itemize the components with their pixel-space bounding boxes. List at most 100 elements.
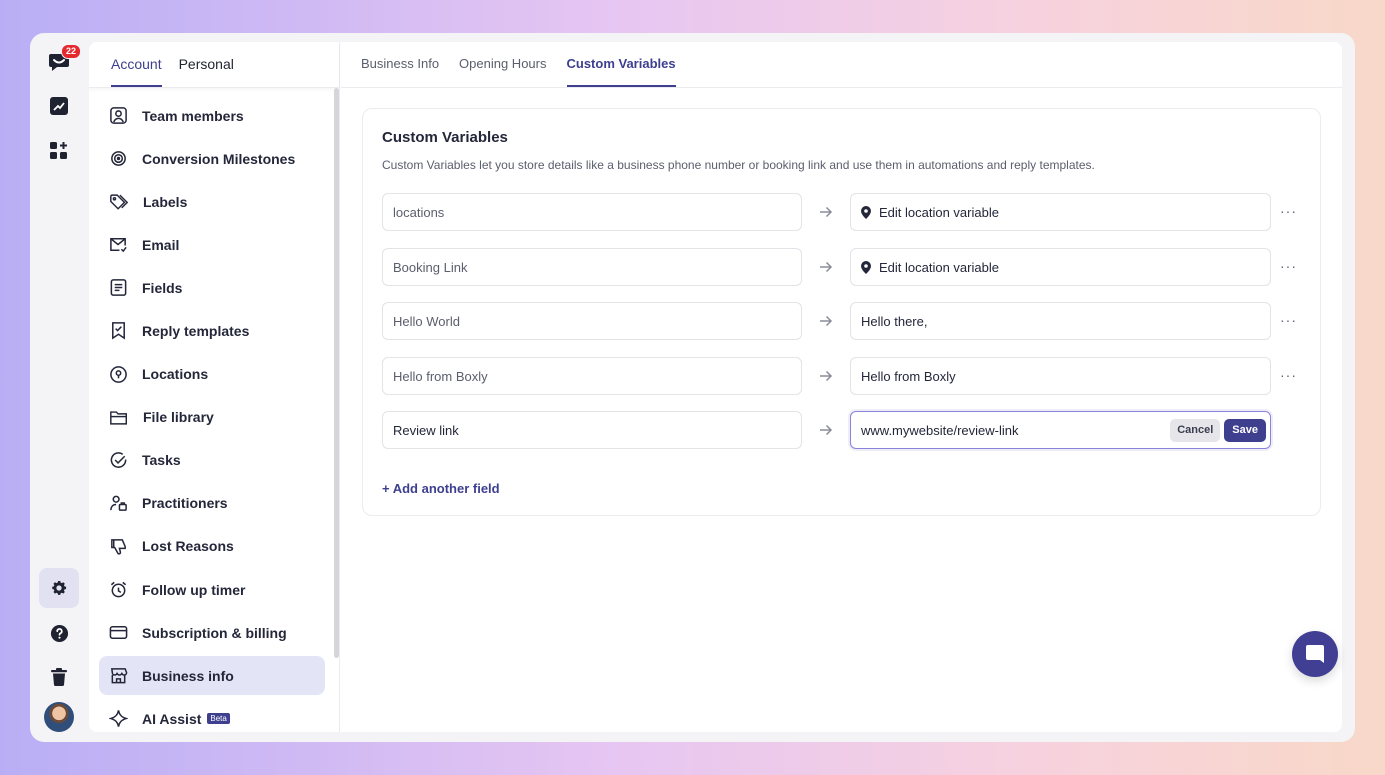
email-icon — [110, 238, 127, 253]
beta-badge: Beta — [207, 713, 230, 725]
team-members-icon — [110, 107, 127, 124]
sidebar-item-lost-reasons[interactable]: Lost Reasons — [99, 527, 325, 566]
sidebar-item-fields[interactable]: Fields — [99, 268, 325, 307]
edit-actions: Cancel Save — [1170, 419, 1266, 442]
help-button[interactable] — [39, 613, 79, 653]
sidebar-item-label: Follow up timer — [142, 581, 246, 598]
store-icon — [110, 668, 128, 684]
tab-personal[interactable]: Personal — [179, 56, 234, 87]
variable-value-text: Hello from Boxly — [861, 368, 956, 384]
chat-support-button[interactable] — [1292, 631, 1338, 677]
map-pin-icon — [861, 205, 871, 219]
sidebar-item-label: Tasks — [142, 452, 181, 469]
variable-value-text: Edit location variable — [879, 204, 999, 220]
sidebar-item-label: Reply templates — [142, 322, 250, 339]
inbox-button[interactable]: 22 — [39, 41, 82, 81]
chat-bubble-icon — [1306, 645, 1324, 663]
location-pin-icon — [110, 365, 127, 383]
trash-button[interactable] — [39, 657, 79, 697]
tab-opening-hours[interactable]: Opening Hours — [459, 56, 546, 87]
more-options-icon[interactable]: ··· — [1280, 203, 1297, 219]
more-options-icon[interactable]: ··· — [1280, 258, 1297, 274]
sidebar-item-reply-templates[interactable]: Reply templates — [99, 311, 325, 350]
more-options-icon[interactable]: ··· — [1280, 312, 1297, 328]
arrow-right-icon — [820, 315, 833, 327]
app-window: 22 Account Personal Team members Convers… — [30, 33, 1355, 742]
sidebar-item-practitioners[interactable]: Practitioners — [99, 484, 325, 523]
sidebar-item-follow-up-timer[interactable]: Follow up timer — [99, 570, 325, 609]
tab-custom-variables[interactable]: Custom Variables — [566, 56, 676, 87]
arrow-right-icon — [820, 261, 833, 273]
more-options-icon[interactable]: ··· — [1280, 367, 1297, 383]
apps-button[interactable] — [39, 131, 79, 171]
fields-icon — [110, 279, 127, 297]
sidebar-item-label: Conversion Milestones — [142, 150, 296, 167]
variable-value-input-active[interactable]: www.mywebsite/review-link Cancel Save — [850, 411, 1271, 449]
sidebar-item-labels[interactable]: Labels — [99, 182, 325, 221]
variable-key-input[interactable]: Hello from Boxly — [382, 357, 802, 395]
settings-card: Account Personal Team members Conversion… — [89, 42, 1342, 732]
apps-grid-icon — [50, 142, 67, 159]
user-avatar[interactable] — [44, 702, 74, 732]
main-content: Business Info Opening Hours Custom Varia… — [341, 42, 1342, 732]
arrow-right-icon — [820, 424, 833, 436]
settings-button[interactable] — [39, 568, 79, 608]
gear-icon — [52, 581, 67, 595]
arrow-right-icon — [820, 206, 833, 218]
sidebar-item-label: Subscription & billing — [142, 624, 287, 641]
icon-rail: 22 — [30, 33, 88, 742]
arrow-right-icon — [820, 370, 833, 382]
variable-value-text: Edit location variable — [879, 259, 999, 275]
variable-value-input[interactable]: Hello there, — [850, 302, 1271, 340]
variable-value-input[interactable]: Hello from Boxly — [850, 357, 1271, 395]
tag-icon — [110, 194, 129, 210]
sidebar-item-tasks[interactable]: Tasks — [99, 441, 325, 480]
sidebar-scrollbar[interactable] — [334, 88, 339, 658]
variable-key-input[interactable]: Booking Link — [382, 248, 802, 286]
panel-title: Custom Variables — [382, 129, 508, 146]
variable-row: locations Edit location variable ··· — [382, 193, 1296, 231]
variable-key-input[interactable]: Review link — [382, 411, 802, 449]
sidebar-item-label: Team members — [142, 107, 244, 124]
variable-row: Hello World Hello there, ··· — [382, 302, 1296, 340]
sparkle-icon — [109, 710, 128, 728]
sidebar-item-label: Locations — [142, 366, 209, 383]
save-button[interactable]: Save — [1224, 419, 1266, 442]
sidebar-item-label: Fields — [142, 279, 183, 296]
tab-business-info[interactable]: Business Info — [361, 56, 439, 87]
folder-icon — [110, 410, 127, 425]
sidebar-item-team-members[interactable]: Team members — [99, 96, 325, 135]
target-icon — [111, 151, 126, 167]
variable-value-text: Hello there, — [861, 313, 928, 329]
check-circle-icon — [110, 451, 127, 468]
cancel-button[interactable]: Cancel — [1170, 419, 1221, 442]
variable-key-input[interactable]: Hello World — [382, 302, 802, 340]
sidebar-item-ai-assist[interactable]: AI Assist Beta — [99, 699, 325, 732]
trash-icon — [51, 668, 67, 686]
sidebar-item-label: AI Assist — [142, 710, 202, 727]
credit-card-icon — [109, 626, 128, 640]
map-pin-icon — [861, 260, 871, 274]
sidebar-item-label: File library — [143, 409, 214, 426]
panel-description: Custom Variables let you store details l… — [382, 158, 1095, 172]
help-icon — [50, 624, 68, 642]
settings-nav-list: Team members Conversion Milestones Label… — [99, 96, 325, 732]
sidebar-item-label: Practitioners — [142, 495, 228, 512]
sidebar-item-conversion-milestones[interactable]: Conversion Milestones — [99, 139, 325, 178]
variable-value-input[interactable]: Edit location variable — [850, 193, 1271, 231]
sidebar-item-file-library[interactable]: File library — [99, 398, 325, 437]
add-field-link[interactable]: + Add another field — [382, 481, 500, 496]
sidebar-item-email[interactable]: Email — [99, 225, 325, 264]
reports-button[interactable] — [39, 86, 79, 126]
tab-account[interactable]: Account — [111, 56, 162, 87]
sidebar-item-label: Lost Reasons — [142, 538, 234, 555]
variable-value-input[interactable]: Edit location variable — [850, 248, 1271, 286]
variable-row: Booking Link Edit location variable ··· — [382, 248, 1296, 286]
settings-tabs: Account Personal — [89, 42, 339, 88]
sidebar-item-subscription-billing[interactable]: Subscription & billing — [99, 613, 325, 652]
sidebar-item-business-info[interactable]: Business info — [99, 656, 325, 696]
sidebar-item-locations[interactable]: Locations — [99, 355, 325, 394]
sidebar-item-label: Business info — [142, 667, 234, 684]
chart-trend-icon — [50, 97, 68, 115]
variable-key-input[interactable]: locations — [382, 193, 802, 231]
